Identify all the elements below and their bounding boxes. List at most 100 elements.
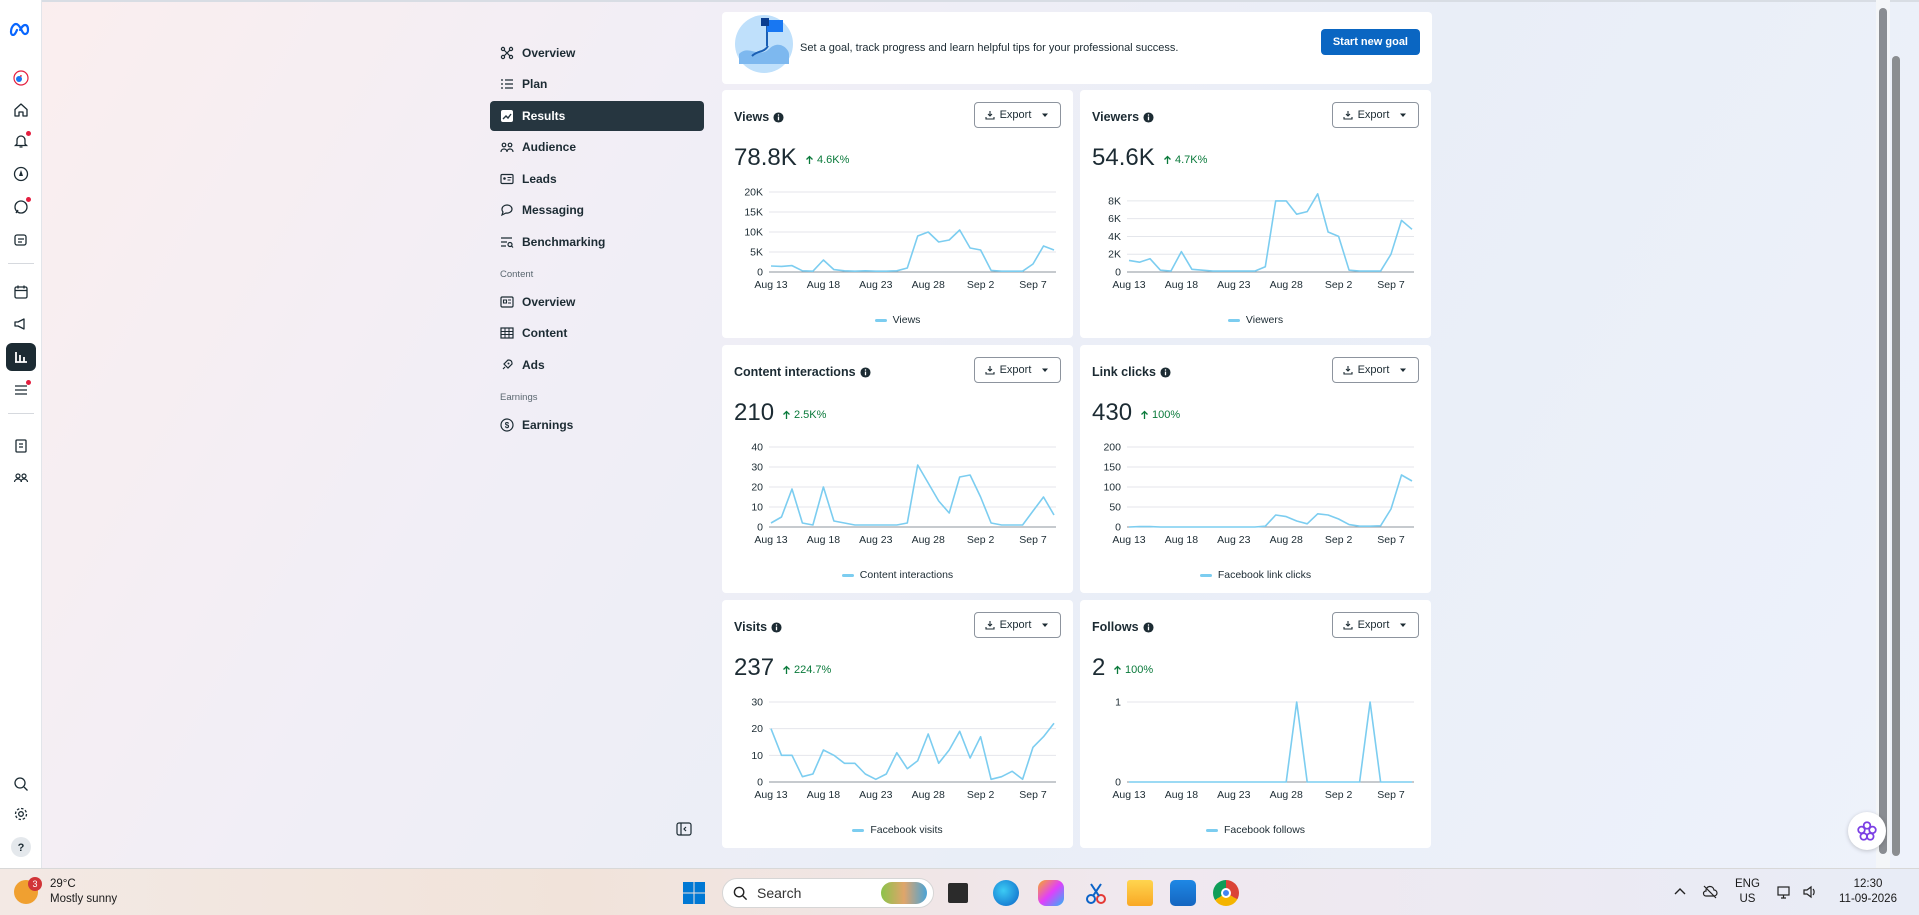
export-button[interactable]: Export	[974, 102, 1061, 128]
y-tick-label: 50	[1109, 502, 1121, 514]
list-icon	[501, 79, 513, 89]
export-button[interactable]: Export	[1332, 612, 1419, 638]
series-line[interactable]	[770, 722, 1055, 781]
card-visits: Visits Export 237 224.7% 0 10 20 30 Aug 13 Aug 18…	[722, 600, 1073, 848]
network-icon[interactable]	[1776, 884, 1792, 900]
weather-desc: Mostly sunny	[50, 893, 118, 905]
series-line[interactable]	[1128, 193, 1413, 272]
nav-item-content[interactable]: Content	[490, 318, 704, 348]
megaphone-icon[interactable]	[11, 314, 31, 334]
y-tick-label: 200	[1103, 442, 1121, 454]
info-icon[interactable]	[773, 111, 784, 123]
scrollbar-thumb[interactable]	[1879, 8, 1887, 854]
legend-swatch	[874, 318, 887, 322]
chart-legend: Facebook visits	[722, 824, 1073, 836]
x-tick-label: Aug 13	[1112, 789, 1145, 801]
groups-icon[interactable]	[11, 468, 31, 488]
nav-item-ads[interactable]: Ads	[490, 350, 704, 380]
start-new-goal-button[interactable]: Start new goal	[1320, 29, 1420, 55]
nav-item-plan[interactable]: Plan	[490, 69, 704, 99]
info-icon[interactable]	[1143, 111, 1154, 123]
caret-down-icon	[1042, 368, 1049, 372]
metric-change: 4.6K%	[805, 154, 849, 166]
y-tick-label: 10	[751, 502, 763, 514]
nav-item-leads[interactable]: Leads	[490, 164, 704, 194]
task-view-icon[interactable]	[948, 883, 968, 903]
page-scrollbar[interactable]	[1876, 0, 1890, 868]
export-button[interactable]: Export	[1332, 102, 1419, 128]
series-line[interactable]	[1128, 474, 1413, 528]
calendar-icon[interactable]	[11, 282, 31, 302]
export-button[interactable]: Export	[974, 612, 1061, 638]
collapse-sidebar-icon[interactable]	[676, 822, 692, 836]
clock[interactable]: 12:30 11-09-2026	[1838, 877, 1898, 907]
export-button[interactable]: Export	[974, 357, 1061, 383]
x-tick-label: Aug 28	[1270, 279, 1303, 291]
nav-item-results[interactable]: Results	[490, 101, 704, 131]
chart-trend-icon	[501, 110, 513, 122]
cloud-offline-icon[interactable]	[1702, 884, 1718, 900]
search-icon[interactable]	[11, 774, 31, 794]
card-title-text: Link clicks	[1092, 365, 1156, 379]
snipping-tool-icon[interactable]	[1083, 880, 1109, 906]
menu-lines-icon[interactable]	[11, 380, 31, 400]
posts-icon[interactable]	[11, 230, 31, 250]
nav-item-audience[interactable]: Audience	[490, 132, 704, 162]
assistant-flower-icon[interactable]	[1848, 812, 1886, 850]
help-icon[interactable]: ?	[11, 837, 31, 857]
info-icon[interactable]	[1142, 621, 1154, 633]
compass-icon[interactable]	[11, 164, 31, 184]
taskbar-search[interactable]: Search	[722, 878, 934, 908]
x-tick-label: Sep 7	[1019, 789, 1047, 801]
pages-icon[interactable]	[11, 436, 31, 456]
y-tick-label: 100	[1103, 482, 1121, 494]
profile-avatar-icon[interactable]: ●	[11, 68, 31, 88]
copilot-icon[interactable]	[1038, 880, 1064, 906]
weather-widget[interactable]: 3 29°C Mostly sunny	[14, 877, 117, 907]
download-icon	[1343, 111, 1353, 120]
info-icon[interactable]	[771, 621, 782, 633]
card-title-text: Visits	[734, 620, 768, 634]
series-line[interactable]	[770, 229, 1055, 272]
series-line[interactable]	[1129, 701, 1412, 783]
file-explorer-icon[interactable]	[1127, 880, 1153, 906]
nav-item-earnings[interactable]: $ Earnings	[490, 410, 704, 440]
dollar-icon: $	[500, 418, 514, 432]
windows-start-icon[interactable]	[681, 880, 707, 906]
edge-browser-icon[interactable]	[993, 880, 1019, 906]
x-tick-label: Sep 2	[967, 279, 995, 291]
microsoft-store-icon[interactable]	[1170, 880, 1196, 906]
meta-logo-icon[interactable]	[9, 19, 33, 39]
nav-item-benchmarking[interactable]: Benchmarking	[490, 227, 704, 257]
settings-gear-icon[interactable]	[11, 804, 31, 824]
insights-bar-chart-icon[interactable]	[6, 343, 36, 371]
messages-bubble-icon[interactable]	[11, 197, 31, 217]
nav-item-content-overview[interactable]: Overview	[490, 287, 704, 317]
chevron-up-icon[interactable]	[1672, 884, 1688, 900]
nav-item-label: Overview	[522, 46, 576, 60]
nav-item-label: Messaging	[522, 203, 585, 217]
info-icon[interactable]	[1160, 366, 1171, 378]
nav-item-label: Audience	[522, 140, 577, 154]
outer-scrollbar-thumb[interactable]	[1892, 56, 1900, 856]
info-icon[interactable]	[860, 366, 871, 378]
language-indicator[interactable]: ENG US	[1735, 877, 1760, 907]
export-button[interactable]: Export	[1332, 357, 1419, 383]
notifications-bell-icon[interactable]	[11, 131, 31, 151]
x-tick-label: Aug 28	[912, 279, 945, 291]
x-tick-label: Aug 18	[1165, 789, 1198, 801]
chrome-browser-icon[interactable]	[1213, 880, 1239, 906]
x-tick-label: Aug 18	[807, 789, 840, 801]
nav-item-overview[interactable]: Overview	[490, 38, 704, 68]
x-tick-label: Sep 7	[1019, 534, 1047, 546]
metric-change: 4.7K%	[1163, 154, 1207, 166]
y-tick-label: 6K	[1108, 213, 1121, 225]
rocket-icon	[502, 359, 513, 370]
nav-item-messaging[interactable]: Messaging	[490, 195, 704, 225]
download-icon	[1343, 366, 1353, 375]
volume-icon[interactable]	[1802, 884, 1818, 900]
caret-down-icon	[1042, 623, 1049, 627]
series-line[interactable]	[770, 464, 1055, 526]
home-icon[interactable]	[11, 100, 31, 120]
y-tick-label: 0	[757, 777, 763, 789]
